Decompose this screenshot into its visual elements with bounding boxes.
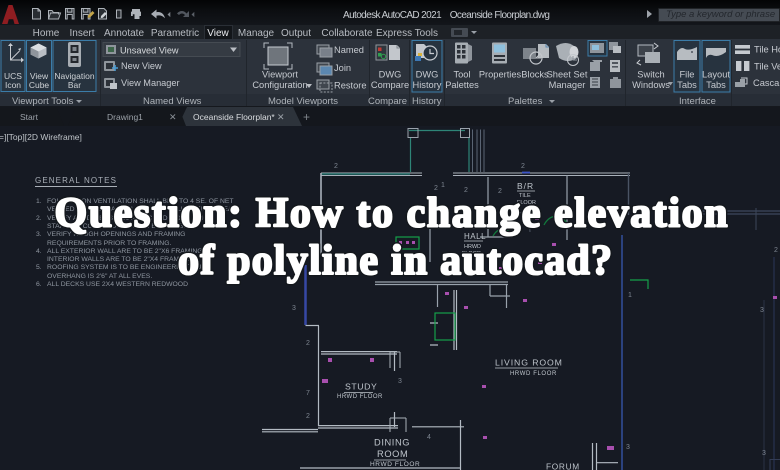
svg-text:of polyline in autocad?: of polyline in autocad? xyxy=(178,238,612,284)
svg-text:Question: How to change elevat: Question: How to change elevation xyxy=(55,191,728,237)
